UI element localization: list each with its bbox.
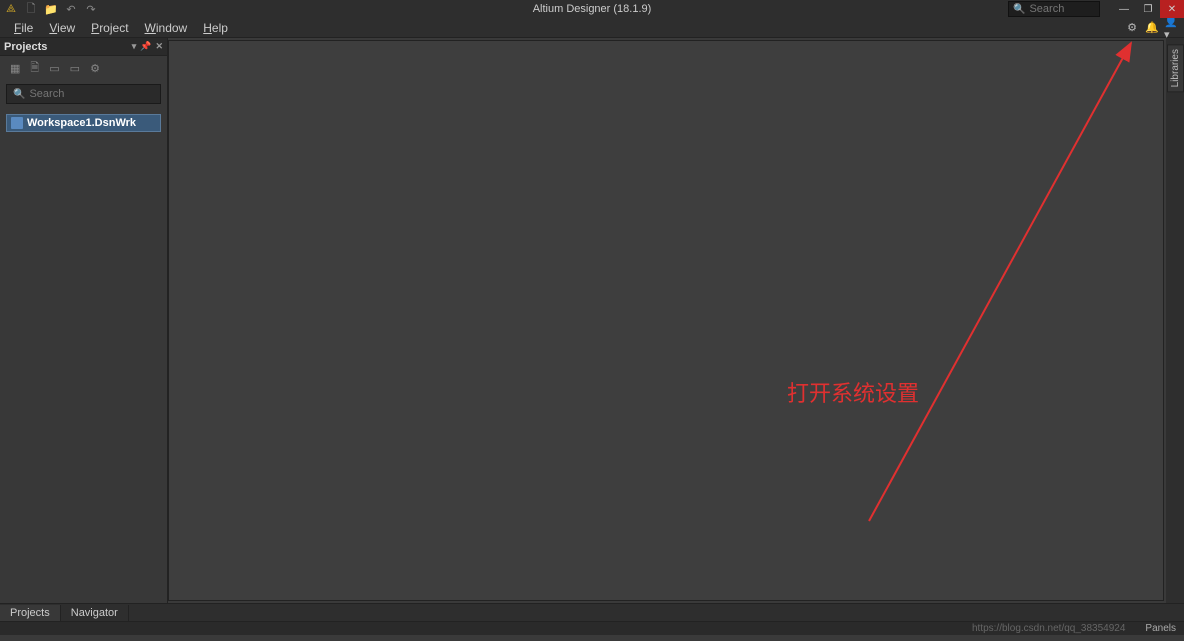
titlebar-search[interactable]: 🔍 (1008, 1, 1100, 17)
tree-item-label: Workspace1.DsnWrk (27, 117, 136, 129)
titlebar: ⟁ 🗋 📁 ↶ ↷ Altium Designer (18.1.9) 🔍 — ❐… (0, 0, 1184, 18)
tree-item-workspace[interactable]: Workspace1.DsnWrk (6, 114, 161, 132)
menu-project[interactable]: Project (83, 19, 136, 37)
toolbar-workspace-icon[interactable]: ▦ (10, 62, 20, 75)
user-icon[interactable]: 👤▾ (1164, 20, 1180, 36)
titlebar-search-input[interactable] (1029, 3, 1095, 15)
main-area: Projects ▾ 📌 ✕ ▦ 🗎 ▭ ▭ ⚙ 🔍 Workspace1.Ds… (0, 38, 1184, 603)
projects-panel: Projects ▾ 📌 ✕ ▦ 🗎 ▭ ▭ ⚙ 🔍 Workspace1.Ds… (0, 38, 168, 603)
open-folder-icon[interactable]: 📁 (44, 2, 58, 16)
panel-search-input[interactable] (29, 88, 154, 100)
panel-title: Projects (4, 41, 47, 53)
gear-icon[interactable]: ⚙ (1124, 20, 1140, 36)
menu-view[interactable]: View (41, 19, 83, 37)
app-title: Altium Designer (18.1.9) (533, 3, 652, 15)
statusbar: https://blog.csdn.net/qq_38354924 Panels (0, 621, 1184, 635)
panel-close-icon[interactable]: ✕ (155, 41, 163, 52)
app-icon: ⟁ (4, 2, 18, 16)
libraries-tab[interactable]: Libraries (1167, 44, 1184, 92)
panel-pin-icon[interactable]: 📌 (140, 41, 151, 52)
bell-icon[interactable]: 🔔 (1144, 20, 1160, 36)
panel-search[interactable]: 🔍 (6, 84, 161, 104)
tab-navigator[interactable]: Navigator (61, 605, 129, 621)
menu-help[interactable]: Help (195, 19, 236, 37)
editor-area: 打开系统设置 (168, 40, 1164, 601)
menu-file[interactable]: File (6, 19, 41, 37)
minimize-button[interactable]: — (1112, 0, 1136, 18)
menubar: File View Project Window Help ⚙ 🔔 👤▾ (0, 18, 1184, 38)
toolbar-settings-icon[interactable]: ⚙ (90, 62, 100, 75)
panel-toolbar: ▦ 🗎 ▭ ▭ ⚙ (0, 56, 167, 80)
toolbar-project-icon[interactable]: 🗎 (30, 59, 39, 78)
menu-window[interactable]: Window (137, 19, 196, 37)
bottom-tabs: Projects Navigator (0, 603, 1184, 621)
annotation-text: 打开系统设置 (787, 376, 919, 408)
search-icon: 🔍 (13, 89, 25, 100)
toolbar-compile-icon[interactable]: ▭ (49, 62, 59, 75)
close-button[interactable]: ✕ (1160, 0, 1184, 18)
tab-projects[interactable]: Projects (0, 605, 61, 621)
panel-header: Projects ▾ 📌 ✕ (0, 38, 167, 56)
annotation-arrow (169, 41, 1169, 641)
panels-button[interactable]: Panels (1145, 623, 1176, 634)
undo-icon[interactable]: ↶ (64, 2, 78, 16)
workspace-file-icon (11, 117, 23, 129)
redo-icon[interactable]: ↷ (84, 2, 98, 16)
maximize-button[interactable]: ❐ (1136, 0, 1160, 18)
new-file-icon[interactable]: 🗋 (24, 2, 38, 16)
search-icon: 🔍 (1013, 4, 1025, 15)
right-sidebar: Libraries (1166, 38, 1184, 603)
project-tree: Workspace1.DsnWrk (6, 114, 161, 597)
panel-dropdown-icon[interactable]: ▾ (132, 41, 137, 52)
toolbar-options-icon[interactable]: ▭ (70, 62, 80, 75)
watermark-text: https://blog.csdn.net/qq_38354924 (972, 623, 1125, 634)
